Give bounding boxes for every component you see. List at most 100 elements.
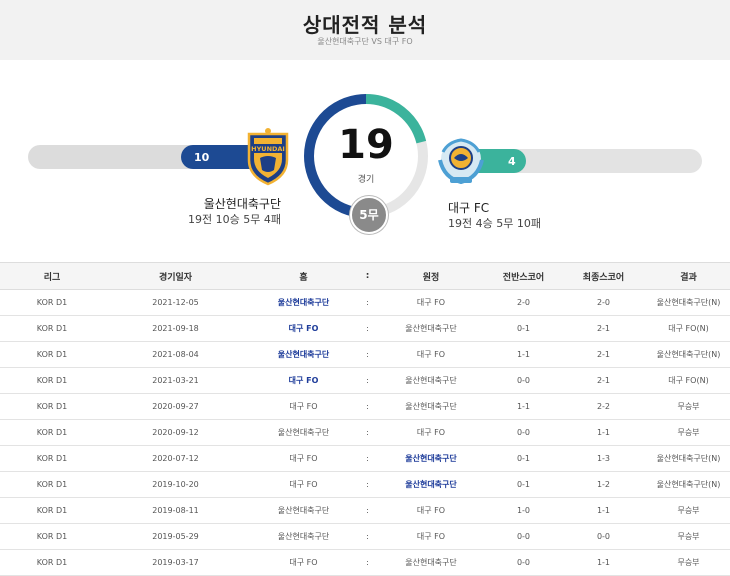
table-row[interactable]: KOR D1 2021-03-21 대구 FO: 울산현대축구단 0-0 2-1 대구 FO… [0,367,730,394]
cell-final-score: 1-1 [560,549,647,576]
cell-league: KOR D1 [0,471,104,498]
cell-away-team: 울산현대축구단 [375,393,487,420]
cell-away-team: 대구 FO [375,289,487,316]
table-row[interactable]: KOR D1 2021-08-04 울산현대축구단: 대구 FO 1-1 2-1 울산현대축… [0,341,730,368]
cell-final-score: 1-1 [560,497,647,524]
cell-half-score: 0-1 [487,315,560,342]
cell-separator: : [360,315,375,342]
cell-final-score: 1-2 [560,471,647,498]
cell-separator: : [360,419,375,446]
cell-home-team: 대구 FO [247,445,360,472]
cell-result: 무승부 [647,497,730,524]
cell-home-team: 대구 FO [247,315,360,342]
cell-date: 2020-07-12 [104,445,247,472]
cell-half-score: 0-1 [487,471,560,498]
cell-away-team: 대구 FO [375,523,487,550]
cell-separator: : [360,393,375,420]
table-row[interactable]: KOR D1 2020-09-27 대구 FO: 울산현대축구단 1-1 2-2 무승부 [0,393,730,420]
cell-league: KOR D1 [0,445,104,472]
cell-date: 2020-09-12 [104,419,247,446]
header-league: 리그 [0,262,104,290]
total-games-label: 경기 [357,175,375,185]
cell-home-team: 대구 FO [247,549,360,576]
cell-final-score: 2-1 [560,341,647,368]
home-team-record: 19전 10승 5무 4패 [188,213,281,226]
total-games: 19 [338,122,394,168]
cell-away-team: 대구 FO [375,497,487,524]
match-history-table: 리그 경기일자 홈 : 원정 전반스코어 최종스코어 결과 KOR D1 2021… [0,262,730,576]
cell-league: KOR D1 [0,419,104,446]
cell-half-score: 0-0 [487,549,560,576]
ulsan-hyundai-logo: HYUNDAI [247,128,289,186]
cell-separator: : [360,523,375,550]
table-row[interactable]: KOR D1 2019-08-11 울산현대축구단: 대구 FO 1-0 1-1 무승부 [0,497,730,524]
cell-league: KOR D1 [0,549,104,576]
cell-date: 2021-08-04 [104,341,247,368]
header-separator: : [360,262,375,290]
cell-half-score: 0-0 [487,367,560,394]
cell-result: 대구 FO(N) [647,367,730,394]
table-row[interactable]: KOR D1 2021-12-05 울산현대축구단: 대구 FO 2-0 2-0 울산현대축… [0,289,730,316]
away-wins-count: 4 [508,155,516,168]
cell-half-score: 1-0 [487,497,560,524]
cell-date: 2021-12-05 [104,289,247,316]
header-final-score: 최종스코어 [560,262,647,290]
cell-final-score: 2-2 [560,393,647,420]
cell-league: KOR D1 [0,289,104,316]
home-team-name: 울산현대축구단 [203,197,281,211]
table-header-row: 리그 경기일자 홈 : 원정 전반스코어 최종스코어 결과 [0,262,730,290]
page-header: 상대전적 분석 울산현대축구단 VS 대구 FO [0,0,730,60]
cell-date: 2019-03-17 [104,549,247,576]
header-half-score: 전반스코어 [487,262,560,290]
header-date: 경기일자 [104,262,247,290]
cell-league: KOR D1 [0,393,104,420]
cell-separator: : [360,471,375,498]
cell-separator: : [360,549,375,576]
cell-away-team: 울산현대축구단 [375,549,487,576]
cell-league: KOR D1 [0,315,104,342]
table-row[interactable]: KOR D1 2020-07-12 대구 FO: 울산현대축구단 0-1 1-3 울산현대축… [0,445,730,472]
cell-home-team: 울산현대축구단 [247,341,360,368]
cell-league: KOR D1 [0,367,104,394]
cell-final-score: 2-1 [560,367,647,394]
table-row[interactable]: KOR D1 2019-10-20 대구 FO: 울산현대축구단 0-1 1-2 울산현대축… [0,471,730,498]
cell-date: 2020-09-27 [104,393,247,420]
cell-result: 대구 FO(N) [647,315,730,342]
cell-home-team: 대구 FO [247,393,360,420]
home-wins-count: 10 [194,151,210,164]
cell-home-team: 대구 FO [247,367,360,394]
cell-home-team: 울산현대축구단 [247,289,360,316]
cell-separator: : [360,445,375,472]
table-row[interactable]: KOR D1 2019-03-17 대구 FO: 울산현대축구단 0-0 1-1 무승부 [0,549,730,576]
cell-result: 무승부 [647,523,730,550]
cell-result: 울산현대축구단(N) [647,341,730,368]
cell-final-score: 2-0 [560,289,647,316]
table-row[interactable]: KOR D1 2020-09-12 울산현대축구단: 대구 FO 0-0 1-1 무승부 [0,419,730,446]
away-team-record: 19전 4승 5무 10패 [448,217,541,230]
cell-final-score: 2-1 [560,315,647,342]
page-title: 상대전적 분석 [302,13,428,37]
cell-half-score: 1-1 [487,393,560,420]
cell-date: 2019-05-29 [104,523,247,550]
cell-result: 무승부 [647,549,730,576]
cell-separator: : [360,341,375,368]
cell-away-team: 대구 FO [375,341,487,368]
cell-half-score: 2-0 [487,289,560,316]
away-team-name: 대구 FC [448,201,490,215]
cell-home-team: 울산현대축구단 [247,497,360,524]
cell-separator: : [360,497,375,524]
table-row[interactable]: KOR D1 2021-09-18 대구 FO: 울산현대축구단 0-1 2-1 대구 FO… [0,315,730,342]
table-row[interactable]: KOR D1 2019-05-29 울산현대축구단: 대구 FO 0-0 0-0 무승부 [0,523,730,550]
cell-league: KOR D1 [0,497,104,524]
cell-final-score: 1-1 [560,419,647,446]
cell-half-score: 1-1 [487,341,560,368]
cell-result: 무승부 [647,393,730,420]
page-subtitle: 울산현대축구단 VS 대구 FO [317,37,413,46]
header-away: 원정 [375,262,487,290]
cell-result: 울산현대축구단(N) [647,289,730,316]
cell-half-score: 0-0 [487,419,560,446]
cell-result: 무승부 [647,419,730,446]
cell-separator: : [360,367,375,394]
cell-away-team: 울산현대축구단 [375,445,487,472]
cell-home-team: 대구 FO [247,471,360,498]
